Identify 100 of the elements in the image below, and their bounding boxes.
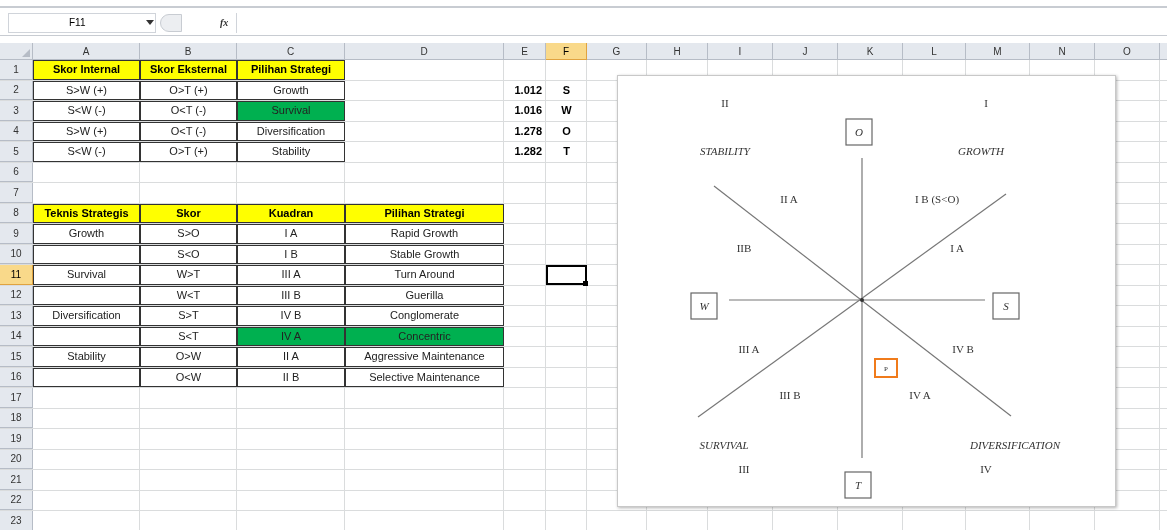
table-cell: Growth [237, 80, 345, 100]
row-header[interactable]: 13 [0, 306, 33, 326]
quadrant-label: IV B [952, 342, 974, 355]
table-cell: Diversification [33, 306, 140, 326]
table-cell: III B [237, 285, 345, 305]
strategy-label: DIVERSIFICATION [970, 438, 1060, 451]
quadrant-label: III B [779, 388, 801, 401]
table-cell: O<W [140, 367, 237, 387]
table-cell-text: T [562, 144, 571, 160]
table-cell: IV B [237, 306, 345, 326]
table-header-cell: Skor Eksternal [140, 60, 237, 80]
table-cell: Stable Growth [345, 244, 504, 264]
table-cell-text: W [560, 103, 573, 119]
table-cell-text: O [561, 123, 572, 139]
column-header[interactable]: K [838, 43, 903, 60]
name-box[interactable]: F11 [8, 12, 156, 33]
table-cell: Selective Maintenance [345, 367, 504, 387]
column-header[interactable]: J [773, 43, 838, 60]
column-header[interactable]: L [903, 43, 966, 60]
table-cell: S>T [140, 306, 237, 326]
table-cell-text: 1.278 [513, 123, 543, 139]
table-cell: O<T (-) [140, 121, 237, 141]
table-cell: IV A [237, 326, 345, 346]
table-cell: Guerilla [345, 285, 504, 305]
table-cell: O>W [140, 347, 237, 367]
column-header[interactable]: H [647, 43, 708, 60]
axis-label-box: O [845, 118, 873, 146]
table-cell: I B [237, 244, 345, 264]
table-cell: W<T [140, 285, 237, 305]
row-header[interactable]: 21 [0, 470, 33, 490]
table-cell: Turn Around [345, 265, 504, 285]
axis-label-box: T [844, 471, 872, 499]
strategy-label: SURVIVAL [699, 438, 749, 451]
table-header-cell: Pilihan Strategi [237, 60, 345, 80]
function-button[interactable]: fx [220, 15, 229, 30]
quadrant-label: III A [738, 342, 760, 355]
table-cell-text: 1.012 [513, 82, 543, 98]
table-cell: II A [237, 347, 345, 367]
table-header-cell: Pilihan Strategi [345, 203, 504, 223]
column-header[interactable]: N [1030, 43, 1095, 60]
column-header[interactable]: G [587, 43, 647, 60]
quadrant-label: IV [980, 462, 992, 475]
table-cell: S<W (-) [33, 101, 140, 121]
quadrant-label: II A [780, 192, 798, 205]
table-cell: Concentric [345, 326, 504, 346]
table-cell: O>T (+) [140, 80, 237, 100]
table-cell-text: S [561, 82, 572, 98]
quadrant-label: II [721, 96, 729, 109]
table-cell: S<W (-) [33, 142, 140, 162]
quadrant-label: IV A [909, 388, 931, 401]
table-header-cell: Teknis Strategis [33, 203, 140, 223]
table-cell: S<O [140, 244, 237, 264]
row-header[interactable]: 15 [0, 347, 33, 367]
table-header-cell: Kuadran [237, 203, 345, 223]
row-header[interactable]: 1 [0, 60, 33, 80]
quadrant-label: I [984, 96, 988, 109]
column-header[interactable]: D [345, 43, 504, 60]
quadrant-label: III [738, 462, 750, 475]
table-cell: S>O [140, 224, 237, 244]
table-cell: Conglomerate [345, 306, 504, 326]
table-cell: Growth [33, 224, 140, 244]
row-header[interactable]: 9 [0, 224, 33, 244]
table-cell: S>W (+) [33, 121, 140, 141]
table-cell: II B [237, 367, 345, 387]
row-header[interactable]: 5 [0, 142, 33, 162]
row-header[interactable]: 23 [0, 511, 33, 530]
row-header[interactable]: 3 [0, 101, 33, 121]
table-cell: Stability [33, 347, 140, 367]
strategy-label: GROWTH [958, 144, 1004, 157]
table-cell: I A [237, 224, 345, 244]
table-cell: Aggressive Maintenance [345, 347, 504, 367]
table-cell: Survival [33, 265, 140, 285]
table-cell: O<T (-) [140, 101, 237, 121]
column-header[interactable]: F [546, 43, 587, 60]
table-cell: III A [237, 265, 345, 285]
axis-label-box: W [690, 292, 718, 320]
strategy-label: STABILITY [700, 144, 750, 157]
row-header[interactable]: 19 [0, 429, 33, 449]
row-header[interactable]: 7 [0, 183, 33, 203]
axis-label-box: S [992, 292, 1020, 320]
table-cell: S>W (+) [33, 80, 140, 100]
quadrant-label: I A [950, 241, 964, 254]
column-header[interactable]: O [1095, 43, 1160, 60]
formula-bar-button[interactable] [160, 13, 182, 32]
row-header[interactable]: 11 [0, 265, 33, 285]
table-cell: Survival [237, 101, 345, 121]
column-header[interactable]: I [708, 43, 773, 60]
row-header[interactable]: 17 [0, 388, 33, 408]
quadrant-label: I B (S<O) [914, 192, 960, 205]
center-dot [860, 298, 864, 302]
table-cell: Stability [237, 142, 345, 162]
table-cell-text: 1.282 [513, 144, 543, 160]
table-cell: O>T (+) [140, 142, 237, 162]
table-cell: Rapid Growth [345, 224, 504, 244]
table-cell: S<T [140, 326, 237, 346]
quadrant-label: IIB [736, 241, 752, 254]
dropdown-caret-icon[interactable] [146, 19, 154, 26]
corner-triangle-icon [22, 49, 30, 57]
active-cell[interactable] [546, 265, 587, 285]
column-header[interactable]: M [966, 43, 1030, 60]
